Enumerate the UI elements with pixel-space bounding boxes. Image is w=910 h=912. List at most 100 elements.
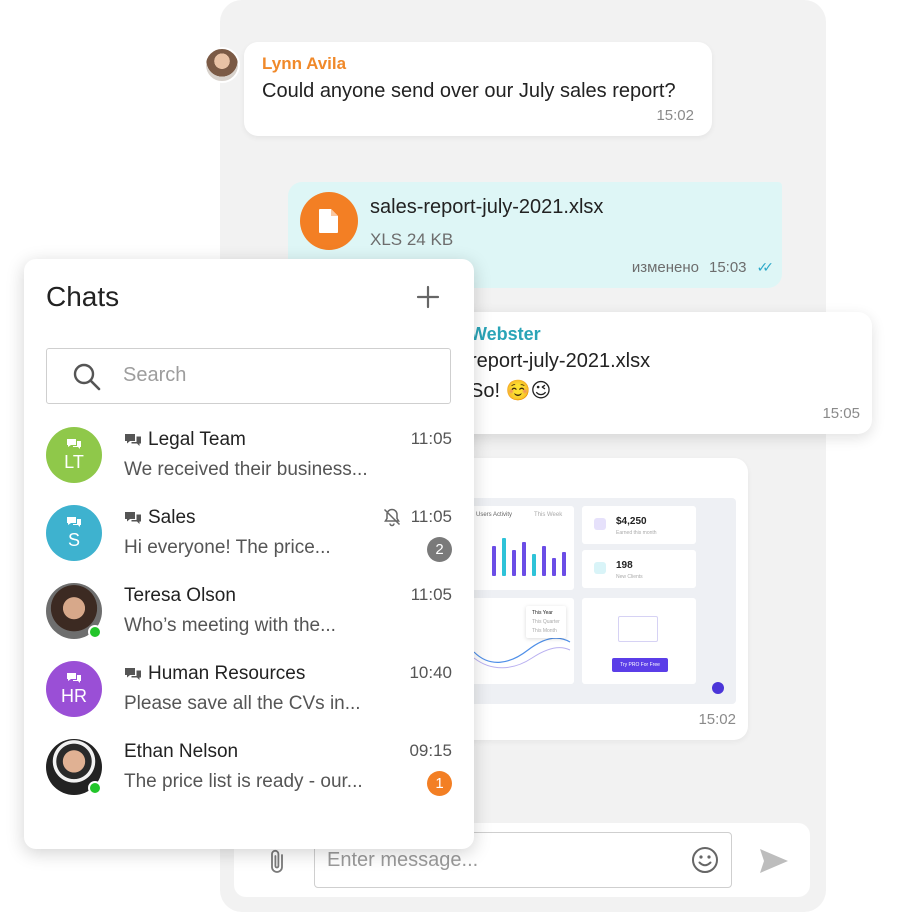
try-pro-button[interactable]: Try PRO For Free [612,658,668,672]
chat-name-label: Sales [148,507,196,528]
promo-illustration-icon [618,616,658,642]
avatar[interactable] [204,47,240,83]
bar [562,552,566,576]
message-author[interactable]: Webster [470,324,541,345]
message-meta: изменено 15:03 ✓✓ [631,259,775,276]
chat-name-label: Human Resources [148,663,306,684]
avatar: HR [46,661,102,717]
search-input[interactable] [123,349,423,402]
search-box[interactable] [46,348,451,404]
dashboard-preview-image[interactable]: Users Activity This Week $4,250 Earned t… [466,498,736,704]
double-check-icon: ✓✓ [756,259,775,275]
bar [542,546,546,576]
bell-muted-icon [383,508,401,527]
tooltip-quarter: This Quarter [532,619,560,625]
edited-label: изменено [631,259,699,276]
bar [522,542,526,576]
chat-list-item[interactable]: Ethan Nelson 09:15 The price list is rea… [24,731,474,809]
message-text: So! ☺️😉 [470,380,552,402]
chat-preview: Hi everyone! The price... [124,537,331,558]
online-status-indicator [88,781,102,795]
group-chat-icon [125,433,141,446]
activity-card: Users Activity This Week [470,506,574,590]
search-icon [73,363,101,391]
paperclip-icon[interactable] [268,849,288,875]
chat-name: Legal Team [124,429,246,451]
message-reply[interactable]: Webster report-july-2021.xlsx So! ☺️😉 15… [440,312,872,434]
chat-time: 11:05 [410,585,452,604]
users-icon [594,562,606,574]
chat-name: Ethan Nelson [124,741,238,763]
promo-card: Try PRO For Free [582,598,696,684]
message-time: 15:02 [656,107,694,124]
chat-preview: Who’s meeting with the... [124,615,336,636]
activity-title: Users Activity [476,512,513,518]
group-chat-icon [67,672,81,683]
chat-name-label: Teresa Olson [124,585,236,606]
stat-label: New Clients [616,574,643,580]
chat-name-label: Legal Team [148,429,246,450]
bar [532,554,536,576]
stat-value: 198 [616,560,633,571]
chat-list-item[interactable]: Teresa Olson 11:05 Who’s meeting with th… [24,575,474,653]
group-chat-icon [125,667,141,680]
quoted-file[interactable]: report-july-2021.xlsx [470,350,650,373]
stat-value: $4,250 [616,516,647,527]
chat-name: Teresa Olson [124,585,236,607]
file-name[interactable]: sales-report-july-2021.xlsx [370,196,603,219]
trend-card: This Year This Quarter This Month [470,598,574,684]
message-time: 15:03 [708,259,747,276]
file-size: XLS 24 KB [370,230,454,249]
chat-list-item[interactable]: LT Legal Team 11:05 We received their bu… [24,419,474,497]
chat-preview: Please save all the CVs in... [124,693,361,714]
app-stage: Lynn Avila Could anyone send over our Ju… [0,0,910,912]
tooltip-year: This Year [532,610,553,616]
chat-name: Human Resources [124,663,305,685]
message-incoming[interactable]: Lynn Avila Could anyone send over our Ju… [244,42,712,136]
period-select: This Week [534,512,563,518]
chat-bubble-icon [712,682,724,694]
bar [502,538,506,576]
avatar: LT [46,427,102,483]
bar [512,550,516,576]
wallet-icon [594,518,606,530]
tooltip-month: This Month [532,628,557,634]
group-chat-icon [67,516,81,527]
group-chat-icon [125,511,141,524]
chart-tooltip: This Year This Quarter This Month [526,606,566,638]
smiley-icon[interactable] [691,846,719,874]
unread-badge: 1 [427,771,452,796]
send-icon[interactable] [758,847,790,875]
file-icon[interactable] [300,192,358,250]
chat-preview: We received their business... [124,459,368,480]
chat-list-item[interactable]: HR Human Resources 10:40 Please save all… [24,653,474,731]
message-time: 15:02 [698,711,736,728]
bar [552,558,556,576]
chats-panel: Chats LT Legal Team 11:05 We received th… [24,259,474,849]
chat-time: 11:05 [410,507,452,526]
avatar-initials: HR [61,685,87,706]
message-input-placeholder: Enter message... [327,848,479,871]
message-author[interactable]: Lynn Avila [262,54,694,74]
bar [492,546,496,576]
stat-card-clients: 198 New Clients [582,550,696,588]
chat-name: Sales [124,507,196,529]
page-title: Chats [46,281,120,312]
message-time: 15:05 [822,405,860,422]
group-chat-icon [67,438,81,449]
avatar-initials: LT [64,451,84,472]
unread-badge: 2 [427,537,452,562]
chat-preview: The price list is ready - our... [124,771,363,792]
chat-time: 10:40 [409,663,452,682]
chat-list-item[interactable]: S Sales 11:05 Hi everyone! The price... … [24,497,474,575]
chat-name-label: Ethan Nelson [124,741,239,762]
plus-icon[interactable] [414,283,442,311]
avatar: S [46,505,102,561]
avatar-initials: S [67,529,80,550]
stat-card-earned: $4,250 Earned this month [582,506,696,544]
online-status-indicator [88,625,102,639]
message-text: Could anyone send over our July sales re… [262,80,676,102]
chat-time: 11:05 [410,429,452,448]
message-image[interactable]: Users Activity This Week $4,250 Earned t… [440,458,748,740]
chat-time: 09:15 [409,741,452,760]
